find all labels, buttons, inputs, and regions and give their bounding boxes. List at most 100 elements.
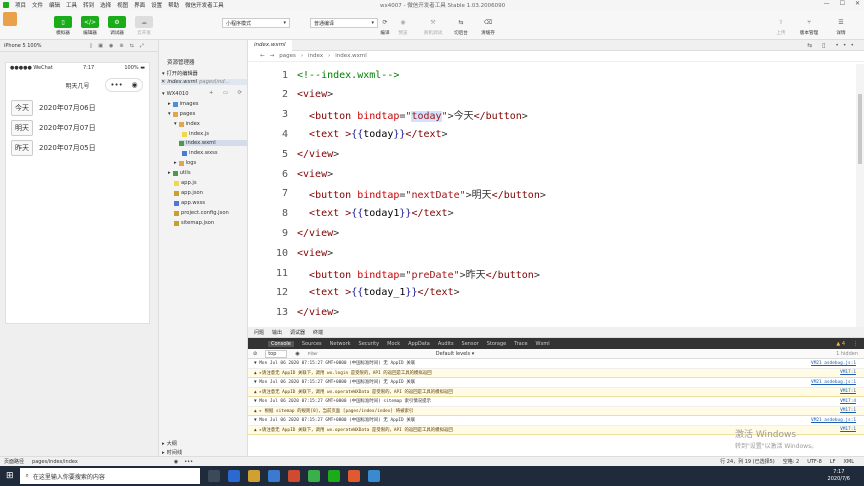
- menu-item[interactable]: 转到: [83, 1, 94, 9]
- minimize-icon[interactable]: —: [824, 0, 830, 7]
- back-icon[interactable]: ←: [260, 53, 265, 59]
- file-explorer-icon[interactable]: [247, 470, 260, 482]
- tomorrow-button[interactable]: 明天: [11, 120, 33, 136]
- folder-pages[interactable]: ▾ pages: [168, 111, 195, 117]
- code-line[interactable]: 7 <button bindtap="nextDate">明天</button>: [248, 184, 848, 204]
- clear-cache-button[interactable]: ⌫ 清缓存: [475, 16, 501, 37]
- project-root[interactable]: ▾ WX4010: [162, 91, 189, 97]
- taskbar-search[interactable]: ⌕ 在这里输入你要搜索的内容: [19, 468, 200, 484]
- log-source-link[interactable]: VM17:4: [840, 399, 856, 404]
- tab-storage[interactable]: Storage: [487, 341, 507, 347]
- menu-item[interactable]: 界面: [134, 1, 145, 9]
- clear-console-icon[interactable]: ⊘: [253, 351, 257, 357]
- file-index-wxss[interactable]: index.wxss: [182, 150, 218, 156]
- menu-item[interactable]: 编辑: [49, 1, 60, 9]
- store-icon[interactable]: [267, 470, 280, 482]
- app-icon[interactable]: [287, 470, 300, 482]
- switch-bg-button[interactable]: ⇆ 切后台: [448, 16, 474, 37]
- upload-button[interactable]: ⇧ 上传: [768, 16, 794, 37]
- timeline-section[interactable]: ▸ 时间线: [162, 449, 182, 457]
- open-file-item[interactable]: ✕ index.wxml pages\ind...: [161, 79, 247, 85]
- code-line[interactable]: 10 <view>: [248, 243, 848, 263]
- debugger-button[interactable]: ⚙ 调试器: [104, 16, 130, 36]
- tab-index-wxml[interactable]: index.wxml: [248, 39, 292, 51]
- task-view-icon[interactable]: [207, 470, 220, 482]
- eye-icon[interactable]: ◉: [174, 459, 178, 465]
- eol[interactable]: LF: [830, 459, 836, 465]
- menu-item[interactable]: 视图: [117, 1, 128, 9]
- close-icon[interactable]: ✕: [161, 79, 165, 85]
- console-log-entry[interactable]: ▲ ▸请注意无 AppID 关联下，调用 wx.operateWXData 是受…: [248, 387, 864, 397]
- scrollbar-thumb[interactable]: [858, 94, 862, 164]
- breadcrumb-item[interactable]: pages: [279, 53, 296, 59]
- console-log-entry[interactable]: ▼ Mon Jul 06 2020 07:15:27 GMT+0800 (中国标…: [248, 378, 864, 388]
- console-menu-icon[interactable]: ⋮: [853, 341, 858, 347]
- tab-console[interactable]: Console: [268, 340, 294, 347]
- menu-item[interactable]: 选择: [100, 1, 111, 9]
- code-line[interactable]: 6 <view>: [248, 164, 848, 184]
- log-source-link[interactable]: VM17:1: [840, 370, 856, 375]
- console-log-entry[interactable]: ▲ ▸请注意无 AppID 关联下，调用 wx.login 是受限的，API 的…: [248, 368, 864, 378]
- file-index-wxml[interactable]: index.wxml: [179, 140, 247, 146]
- folder-logs[interactable]: ▸ logs: [174, 160, 196, 166]
- log-source-link[interactable]: VM21 asdebug.js:1: [811, 418, 856, 423]
- file-app-wxss[interactable]: app.wxss: [174, 200, 205, 206]
- real-debug-button[interactable]: ⚒ 真机调试: [420, 16, 446, 37]
- menu-item[interactable]: 项目: [15, 1, 26, 9]
- cursor-position[interactable]: 行 24，列 19 (已选择5): [720, 458, 775, 465]
- file-sitemap[interactable]: sitemap.json: [174, 220, 214, 226]
- windows-start-icon[interactable]: ⊞: [6, 471, 14, 481]
- editor-button[interactable]: </> 编辑器: [77, 16, 103, 36]
- cloud-button[interactable]: ☁ 云开发: [131, 16, 157, 36]
- code-line[interactable]: 4 <text >{{today}}</text>: [248, 124, 848, 144]
- tab-problems[interactable]: 问题: [254, 329, 264, 336]
- tab-debugger[interactable]: 调试器: [290, 329, 305, 336]
- encoding[interactable]: UTF-8: [807, 459, 822, 465]
- version-button[interactable]: ⑂ 版本管理: [796, 16, 822, 37]
- indent-setting[interactable]: 空格: 2: [783, 458, 799, 465]
- breadcrumb-item[interactable]: index: [308, 53, 323, 59]
- language-mode[interactable]: XML: [843, 459, 854, 465]
- code-line[interactable]: 8 <text >{{today1}}</text>: [248, 204, 848, 224]
- levels-select[interactable]: Default levels ▾: [436, 351, 474, 357]
- tab-wxml[interactable]: Wxml: [536, 341, 550, 347]
- folder-utils[interactable]: ▸ utils: [168, 170, 191, 176]
- today-button[interactable]: 今天: [11, 100, 33, 116]
- menu-item[interactable]: 文件: [32, 1, 43, 9]
- code-line[interactable]: 3 <button bindtap="today">今天</button>: [248, 105, 848, 125]
- folder-index[interactable]: ▾ index: [174, 121, 200, 127]
- console-filter-input[interactable]: [307, 349, 428, 358]
- menu-item[interactable]: 工具: [66, 1, 77, 9]
- tab-terminal[interactable]: 终端: [313, 329, 323, 336]
- log-source-link[interactable]: VM17:1: [840, 408, 856, 413]
- more-icon[interactable]: •••: [110, 81, 122, 89]
- taskbar-clock[interactable]: 7:17 2020/7/6: [828, 469, 850, 483]
- code-line[interactable]: 5 </view>: [248, 144, 848, 164]
- file-app-js[interactable]: app.js: [174, 180, 197, 186]
- maximize-icon[interactable]: ☐: [840, 0, 845, 7]
- capsule-menu[interactable]: ••• ◉: [105, 78, 143, 92]
- details-button[interactable]: ☰ 详情: [828, 16, 854, 37]
- mode-select[interactable]: 小程序模式 ▾: [222, 18, 290, 28]
- code-line[interactable]: 12 <text >{{today_1}}</text>: [248, 283, 848, 303]
- menu-item[interactable]: 微信开发者工具: [185, 1, 224, 9]
- tab-output[interactable]: 输出: [272, 329, 282, 336]
- log-source-link[interactable]: VM21 asdebug.js:1: [811, 361, 856, 366]
- simulator-button[interactable]: ▯ 模拟器: [50, 16, 76, 36]
- chrome-icon[interactable]: [307, 470, 320, 482]
- tab-audits[interactable]: Audits: [438, 341, 454, 347]
- app-icon[interactable]: [347, 470, 360, 482]
- menu-item[interactable]: 帮助: [168, 1, 179, 9]
- console-log-entry[interactable]: ▲ ▸ 根据 sitemap 的规则[0]，当前页面 [pages/index/…: [248, 406, 864, 416]
- console-log-entry[interactable]: ▼ Mon Jul 06 2020 07:15:27 GMT+0800 (中国标…: [248, 359, 864, 369]
- editor-actions-icon[interactable]: ⇆ ▯ •••: [807, 42, 858, 49]
- user-avatar[interactable]: [3, 12, 17, 26]
- log-source-link[interactable]: VM17:1: [840, 427, 856, 432]
- console-log-entry[interactable]: ▼ Mon Jul 06 2020 07:15:27 GMT+0800 (中国标…: [248, 397, 864, 407]
- editor-scrollbar[interactable]: [856, 64, 864, 327]
- code-area[interactable]: 1 <!--index.wxml--> 2 <view> 3 <button bindt…: [248, 64, 854, 327]
- yesterday-button[interactable]: 昨天: [11, 140, 33, 156]
- folder-images[interactable]: ▸ images: [168, 101, 198, 107]
- preview-button[interactable]: ◉ 预览: [390, 16, 416, 37]
- tab-mock[interactable]: Mock: [387, 341, 400, 347]
